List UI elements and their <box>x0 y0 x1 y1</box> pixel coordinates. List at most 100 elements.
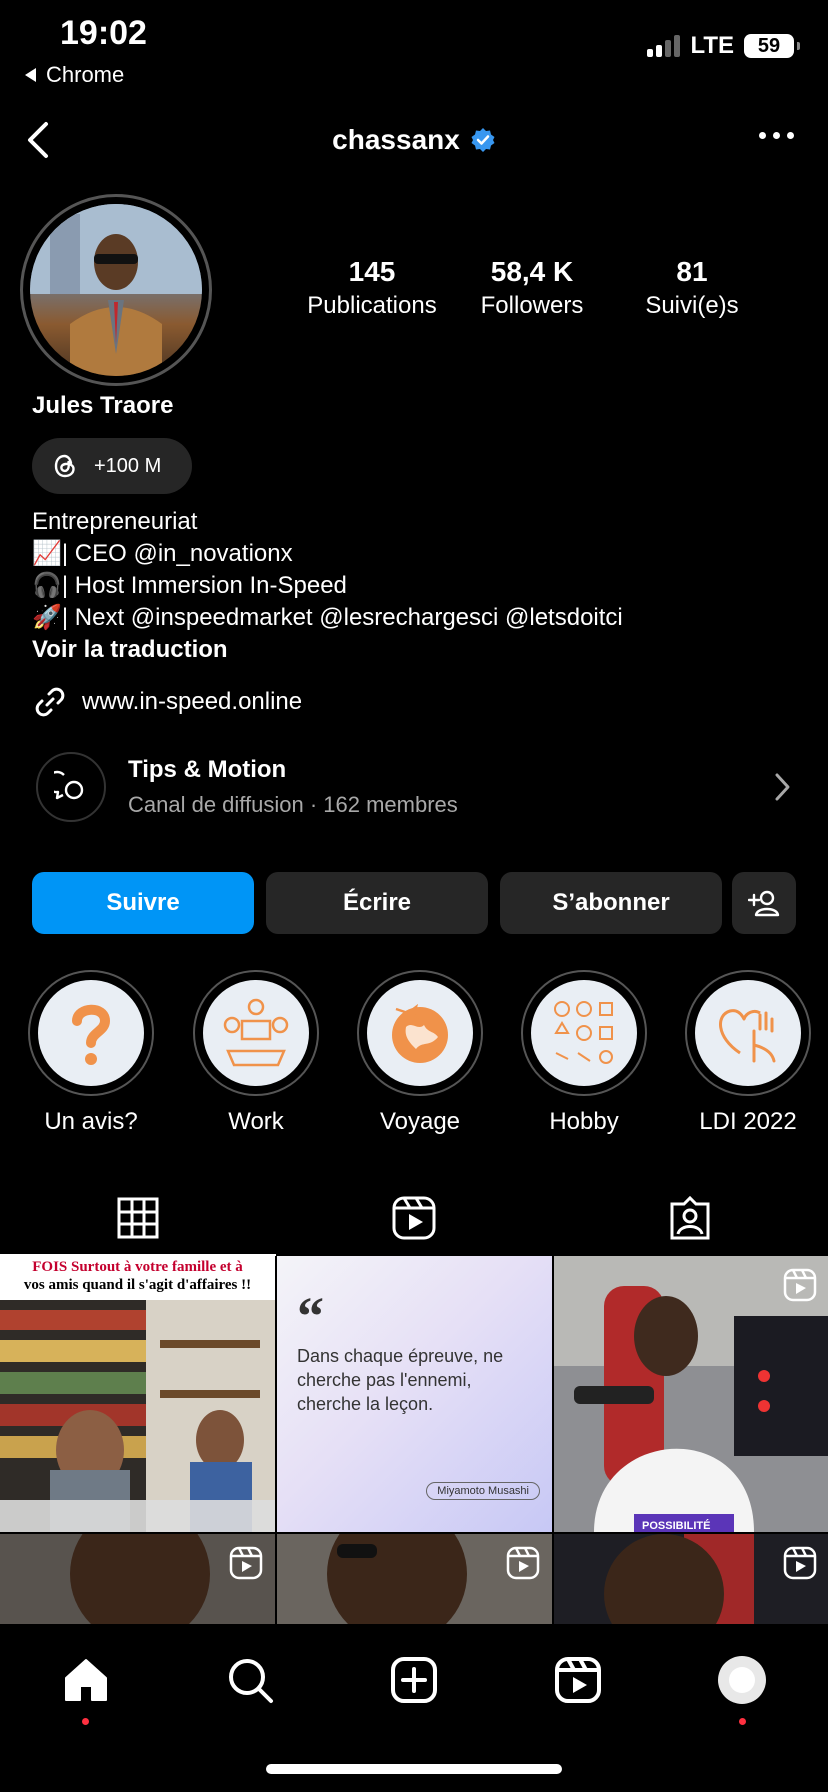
highlight-label: Un avis? <box>44 1108 138 1135</box>
bio-line: 🎧| Host Immersion In-Speed <box>32 572 347 599</box>
profile-tabs <box>0 1180 828 1256</box>
post-quote-author: Miyamoto Musashi <box>426 1482 540 1500</box>
chevron-right-icon <box>775 773 790 801</box>
home-indicator <box>266 1764 562 1774</box>
reel-badge-icon <box>783 1268 817 1302</box>
post-tile[interactable]: FOIS Surtout à votre famille et à vos am… <box>0 1256 275 1532</box>
post-tile[interactable] <box>277 1534 552 1624</box>
highlight-label: LDI 2022 <box>699 1108 797 1135</box>
nav-create[interactable] <box>384 1650 444 1710</box>
highlight-label: Work <box>228 1108 284 1135</box>
stat-followers-label: Followers <box>480 292 584 319</box>
more-horizontal-icon <box>759 132 766 139</box>
nav-home[interactable] <box>56 1650 116 1710</box>
reel-badge-icon <box>229 1546 263 1580</box>
post-tile[interactable]: “ Dans chaque épreuve, ne cherche pas l'… <box>277 1256 552 1532</box>
meeting-icon <box>223 998 289 1067</box>
subscribe-button[interactable]: S’abonner <box>500 872 722 934</box>
grid-icon <box>117 1197 159 1239</box>
follow-button[interactable]: Suivre <box>32 872 254 934</box>
globe-plane-icon <box>392 1003 448 1063</box>
highlight-hobby[interactable]: Hobby <box>519 970 649 1136</box>
question-mark-icon <box>72 1004 111 1065</box>
profile-username: chassanx <box>0 124 828 156</box>
reels-icon <box>555 1657 601 1703</box>
back-triangle-icon <box>25 68 36 82</box>
threads-badge[interactable]: +100 M <box>32 438 192 494</box>
signal-icon <box>647 35 681 57</box>
stat-followers-value: 58,4 K <box>490 256 574 287</box>
channel-icon-wrap <box>36 752 106 822</box>
network-type: LTE <box>690 32 734 59</box>
threads-count: +100 M <box>94 454 162 477</box>
website-url: www.in-speed.online <box>82 688 303 715</box>
verified-badge-icon <box>471 128 495 152</box>
back-app-label: Chrome <box>46 62 125 87</box>
post-tile[interactable] <box>0 1534 275 1624</box>
reels-icon <box>392 1196 436 1240</box>
post-tile[interactable] <box>554 1534 828 1624</box>
stat-posts[interactable]: 145 Publications <box>292 256 452 320</box>
stat-followers[interactable]: 58,4 K Followers <box>452 256 612 320</box>
nav-reels[interactable] <box>548 1650 608 1710</box>
highlight-label: Voyage <box>379 1108 461 1135</box>
tagged-user-icon <box>670 1196 710 1240</box>
bio-line: 📈| CEO @in_novationx <box>32 540 293 567</box>
profile-avatar[interactable] <box>20 194 212 386</box>
tab-posts-grid[interactable] <box>0 1180 276 1256</box>
highlight-ldi-2022[interactable]: LDI 2022 <box>683 970 813 1136</box>
channel-subtitle: Canal de diffusion · 162 membres <box>128 792 458 817</box>
post-caption: POSSIBILITÉ <box>642 1520 711 1532</box>
stat-following[interactable]: 81 Suivi(e)s <box>612 256 772 320</box>
highlight-un-avis[interactable]: Un avis? <box>26 970 156 1136</box>
hobby-icons-icon <box>554 1001 613 1064</box>
post-quote: Dans chaque épreuve, ne cherche pas l'en… <box>297 1346 504 1414</box>
heart-hand-icon <box>719 1009 776 1063</box>
suggested-users-button[interactable] <box>732 872 796 934</box>
status-time: 19:02 <box>60 14 147 52</box>
highlight-work[interactable]: Work <box>191 970 321 1136</box>
notification-dot <box>739 1718 746 1725</box>
notification-dot <box>82 1718 89 1725</box>
profile-full-name: Jules Traore <box>32 392 174 419</box>
quote-mark-icon: “ <box>297 1286 324 1346</box>
post-tile[interactable]: POSSIBILITÉ <box>554 1256 828 1532</box>
highlight-label: Hobby <box>549 1108 619 1135</box>
avatar-photo <box>30 204 202 376</box>
tab-tagged[interactable] <box>552 1180 828 1256</box>
bio-line: 🚀| Next @inspeedmarket @lesrechargesci @… <box>32 604 623 631</box>
create-post-icon <box>391 1657 437 1703</box>
search-icon <box>229 1659 273 1703</box>
back-to-app[interactable]: Chrome <box>24 62 124 88</box>
channel-title: Tips & Motion <box>128 756 287 783</box>
stat-posts-value: 145 <box>348 256 396 287</box>
broadcast-chat-icon <box>54 770 84 800</box>
broadcast-channel[interactable]: Tips & Motion Canal de diffusion · 162 m… <box>36 740 792 834</box>
tab-reels[interactable] <box>276 1180 552 1256</box>
nav-profile[interactable] <box>712 1650 772 1710</box>
posts-grid: FOIS Surtout à votre famille et à vos am… <box>0 1256 828 1624</box>
post-caption: FOIS Surtout à votre famille et à <box>32 1259 243 1275</box>
translate-link[interactable]: Voir la traduction <box>32 634 623 666</box>
threads-icon <box>54 454 75 478</box>
stat-following-value: 81 <box>676 256 708 287</box>
message-button[interactable]: Écrire <box>266 872 488 934</box>
reel-badge-icon <box>506 1546 540 1580</box>
add-user-icon <box>748 890 780 917</box>
bio-line: Entrepreneuriat <box>32 508 198 535</box>
home-icon <box>65 1659 107 1701</box>
link-icon <box>35 687 65 717</box>
post-caption: vos amis quand il s'agit d'affaires !! <box>23 1277 252 1293</box>
status-indicators: LTE 59 <box>647 32 800 60</box>
stat-following-label: Suivi(e)s <box>645 292 739 319</box>
stat-posts-label: Publications <box>307 292 437 319</box>
battery-icon: 59 <box>744 34 800 58</box>
nav-search[interactable] <box>220 1650 280 1710</box>
more-options-button[interactable] <box>759 132 794 139</box>
highlight-voyage[interactable]: Voyage <box>355 970 485 1136</box>
website-link[interactable]: www.in-speed.online <box>32 684 302 720</box>
profile-bio: Entrepreneuriat 📈| CEO @in_novationx 🎧| … <box>32 506 623 666</box>
username-text: chassanx <box>332 124 460 155</box>
profile-avatar-icon <box>718 1656 766 1704</box>
reel-badge-icon <box>783 1546 817 1580</box>
